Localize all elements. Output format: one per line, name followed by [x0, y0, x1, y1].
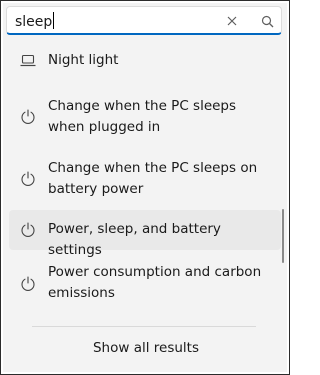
- text-caret: [53, 12, 55, 29]
- search-input[interactable]: sleep: [6, 6, 282, 35]
- result-power-consumption[interactable]: Power consumption and carbon emissions: [9, 254, 281, 314]
- power-icon: [19, 170, 37, 188]
- clear-search-button[interactable]: [221, 10, 243, 32]
- result-power-sleep-battery-settings[interactable]: Power, sleep, and battery settings: [9, 210, 281, 258]
- result-label: Change when the PC sleeps on battery pow…: [48, 160, 258, 197]
- search-query-text[interactable]: sleep: [15, 12, 55, 31]
- scrollbar-thumb[interactable]: [282, 209, 284, 263]
- search-panel: sleep Night light Change when the PC sle…: [3, 3, 287, 372]
- result-label: Night light: [48, 52, 119, 68]
- close-icon: [227, 16, 237, 26]
- search-flyout: sleep Night light Change when the PC sle…: [0, 0, 290, 375]
- result-sleep-battery[interactable]: Change when the PC sleeps on battery pow…: [9, 148, 281, 208]
- power-icon: [19, 108, 37, 126]
- result-sleep-plugged-in[interactable]: Change when the PC sleeps when plugged i…: [9, 88, 281, 148]
- power-icon: [19, 275, 37, 293]
- laptop-icon: [19, 51, 37, 69]
- show-all-results-button[interactable]: Show all results: [83, 337, 209, 359]
- search-icon: [261, 15, 273, 27]
- search-button[interactable]: [256, 10, 278, 32]
- power-icon: [19, 221, 37, 239]
- result-night-light[interactable]: Night light: [9, 40, 281, 80]
- result-label: Power consumption and carbon emissions: [48, 264, 262, 301]
- divider: [32, 326, 256, 327]
- result-label: Change when the PC sleeps when plugged i…: [48, 98, 237, 135]
